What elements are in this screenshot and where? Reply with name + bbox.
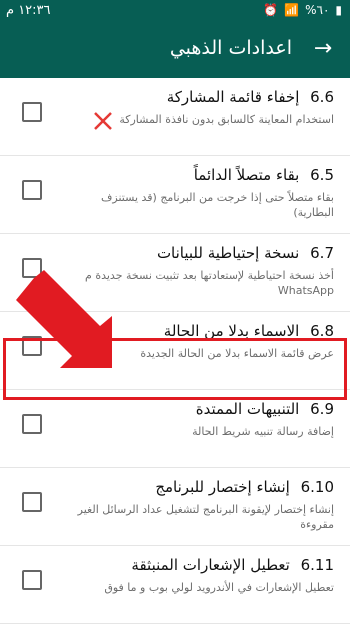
setting-number: 6.6 (310, 88, 334, 106)
setting-label: إنشاء إختصار للبرنامج (155, 478, 290, 496)
app-bar: → اعدادات الذهبي (0, 24, 350, 78)
battery-icon: ▮ (335, 3, 342, 17)
setting-title: 6.9 التنبيهات الممتدة (196, 400, 334, 418)
setting-row[interactable]: 6.6 إخفاء قائمة المشاركة استخدام المعاين… (0, 78, 350, 156)
setting-description: بقاء متصلاً حتى إذا خرجت من البرنامج (قد… (101, 191, 334, 219)
close-icon (94, 112, 112, 130)
setting-label: نسخة إحتياطية للبيانات (156, 244, 300, 262)
setting-description: إضافة رسالة تنبيه شريط الحالة (192, 425, 334, 438)
setting-label: بقاء متصلاً الدائماً (193, 166, 300, 184)
setting-number: 6.9 (310, 400, 334, 418)
setting-label: تعطيل الإشعارات المنبثقة (131, 556, 290, 574)
setting-title: 6.10 إنشاء إختصار للبرنامج (155, 478, 334, 496)
setting-label: التنبيهات الممتدة (195, 400, 300, 418)
setting-title: 6.7 نسخة إحتياطية للبيانات (157, 244, 334, 262)
setting-checkbox[interactable] (22, 492, 42, 512)
setting-row[interactable]: 6.10 إنشاء إختصار للبرنامج إنشاء إختصار … (0, 468, 350, 546)
arrow-right-icon[interactable]: → (308, 34, 338, 64)
setting-label: إخفاء قائمة المشاركة (166, 88, 300, 106)
status-icons: ⏰ 📶 %٦٠ ▮ (263, 3, 342, 17)
setting-title: 6.6 إخفاء قائمة المشاركة (167, 88, 334, 106)
status-bar: ١٢:٣٦ م ⏰ 📶 %٦٠ ▮ (0, 0, 350, 24)
setting-checkbox[interactable] (22, 102, 42, 122)
wifi-icon: 📶 (284, 3, 300, 17)
setting-number: 6.10 (300, 478, 334, 496)
status-time: ١٢:٣٦ م (6, 3, 51, 18)
setting-description: تعطيل الإشعارات في الأندرويد لولي بوب و … (104, 581, 334, 594)
annotation-arrow-icon (16, 270, 112, 368)
setting-number: 6.5 (310, 166, 334, 184)
setting-row[interactable]: 6.11 تعطيل الإشعارات المنبثقة تعطيل الإش… (0, 546, 350, 624)
setting-title: 6.11 تعطيل الإشعارات المنبثقة (131, 556, 334, 574)
battery-percent: %٦٠ (305, 3, 330, 17)
app-title: اعدادات الذهبي (169, 37, 292, 59)
setting-row[interactable]: 6.9 التنبيهات الممتدة إضافة رسالة تنبيه … (0, 390, 350, 468)
setting-description: إنشاء إختصار لإيقونة البرنامج لتشغيل عدا… (77, 503, 334, 531)
setting-checkbox[interactable] (22, 180, 42, 200)
setting-title: 6.5 بقاء متصلاً الدائماً (194, 166, 334, 184)
setting-row[interactable]: 6.5 بقاء متصلاً الدائماً بقاء متصلاً حتى… (0, 156, 350, 234)
setting-checkbox[interactable] (22, 414, 42, 434)
setting-number: 6.11 (300, 556, 334, 574)
alarm-icon: ⏰ (263, 3, 279, 17)
setting-number: 6.7 (310, 244, 334, 262)
setting-checkbox[interactable] (22, 570, 42, 590)
